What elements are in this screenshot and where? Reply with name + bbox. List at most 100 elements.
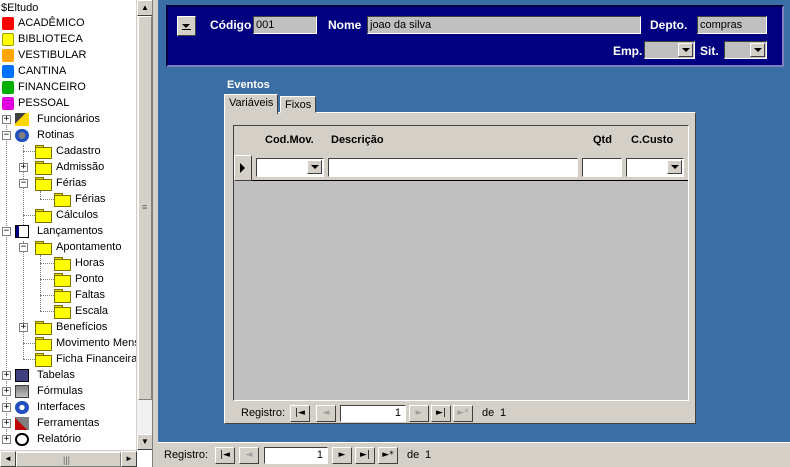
tree-item-movimento-mensal[interactable]: Movimento Mens — [0, 335, 136, 351]
calculator-icon — [15, 385, 29, 398]
scroll-up-arrow-icon[interactable]: ▲ — [137, 0, 152, 16]
expand-icon[interactable]: + — [2, 387, 11, 396]
collapse-icon[interactable]: − — [2, 131, 11, 140]
next-record-icon[interactable]: ► — [409, 405, 429, 422]
tree-item-tabelas[interactable]: + Tabelas — [0, 367, 136, 383]
current-record-field[interactable]: 1 — [340, 405, 406, 422]
tree-item-relatorio[interactable]: + Relatório — [0, 431, 136, 447]
tree-item-calculos[interactable]: Cálculos — [0, 207, 136, 223]
tab-fixos[interactable]: Fixos — [280, 96, 317, 113]
tree-item-label: CANTINA — [18, 65, 67, 77]
tree-horizontal-scroll-thumb[interactable]: ||| — [16, 452, 121, 467]
tree-item-faltas[interactable]: Faltas — [0, 287, 136, 303]
new-record-icon[interactable]: ►* — [453, 405, 473, 422]
tree-horizontal-scrollbar[interactable]: ◄ ||| ► — [0, 450, 137, 467]
tree-item-label: Escala — [75, 305, 109, 317]
open-folder-icon — [54, 257, 71, 271]
expand-icon[interactable]: + — [2, 115, 11, 124]
expand-icon[interactable]: + — [2, 419, 11, 428]
scroll-left-arrow-icon[interactable]: ◄ — [0, 451, 16, 467]
expand-icon[interactable]: + — [2, 435, 11, 444]
scroll-right-arrow-icon[interactable]: ► — [121, 451, 137, 467]
sit-dropdown[interactable] — [724, 41, 767, 59]
qtd-input[interactable] — [582, 158, 622, 177]
tree-item-label: Ponto — [75, 273, 104, 285]
chevron-down-icon[interactable] — [307, 160, 322, 174]
last-record-icon[interactable]: ►| — [431, 405, 451, 422]
tree-item-interfaces[interactable]: + Interfaces — [0, 399, 136, 415]
table-row[interactable] — [234, 155, 688, 181]
tree-item-admissao[interactable]: + Admissão — [0, 159, 136, 175]
tree-item-cadastro[interactable]: Cadastro — [0, 143, 136, 159]
previous-record-icon[interactable]: ◄ — [239, 447, 259, 464]
module-book-icon — [2, 81, 14, 94]
eventos-title: Eventos — [227, 79, 270, 91]
chevron-down-icon[interactable] — [678, 43, 693, 57]
current-record-field[interactable]: 1 — [264, 447, 328, 464]
expand-icon[interactable]: + — [19, 323, 28, 332]
tree-item-ferramentas[interactable]: + Ferramentas — [0, 415, 136, 431]
tree-vertical-scroll-thumb[interactable]: ≡ — [138, 16, 152, 400]
navigation-tree[interactable]: $Eltudo ACADÊMICO BIBLIOTECA VESTIBULAR … — [0, 0, 153, 467]
tree-item-apontamento[interactable]: − Apontamento — [0, 239, 136, 255]
interfaces-icon — [15, 401, 29, 414]
tree-item-funcionarios[interactable]: + Funcionários — [0, 111, 136, 127]
chevron-down-icon[interactable] — [667, 160, 682, 174]
folder-icon — [54, 193, 71, 207]
tree-item-ferias-sub[interactable]: Férias — [0, 191, 136, 207]
next-record-icon[interactable]: ► — [332, 447, 352, 464]
folder-icon — [54, 273, 71, 287]
folder-icon — [35, 209, 52, 223]
scroll-down-arrow-icon[interactable]: ▼ — [137, 434, 152, 450]
previous-record-icon[interactable]: ◄ — [316, 405, 336, 422]
expand-icon[interactable]: + — [2, 403, 11, 412]
employee-header-panel: Código 001 Nome joao da silva Depto. com… — [166, 5, 784, 67]
nome-field[interactable]: joao da silva — [367, 16, 641, 34]
chevron-down-icon[interactable] — [750, 43, 765, 57]
tree-item-horas[interactable]: Horas — [0, 255, 136, 271]
folder-icon — [35, 241, 52, 255]
last-record-icon[interactable]: ►| — [355, 447, 375, 464]
tree-item-beneficios[interactable]: + Benefícios — [0, 319, 136, 335]
cod-mov-dropdown[interactable] — [256, 158, 324, 177]
new-record-icon[interactable]: ►* — [378, 447, 398, 464]
tools-icon — [15, 417, 29, 430]
form-body: Código 001 Nome joao da silva Depto. com… — [158, 0, 790, 442]
column-header-cod-mov: Cod.Mov. — [265, 134, 314, 146]
record-of-label: de — [407, 449, 420, 461]
tree-item-label: Cálculos — [56, 209, 99, 221]
collapse-icon[interactable]: − — [19, 179, 28, 188]
expand-icon[interactable]: + — [19, 163, 28, 172]
codigo-field[interactable]: 001 — [253, 16, 317, 34]
report-icon — [15, 433, 29, 446]
tree-item-rotinas[interactable]: − Rotinas — [0, 127, 136, 143]
employee-icon — [15, 113, 29, 126]
depto-field[interactable]: compras — [697, 16, 767, 34]
tree-vertical-scrollbar[interactable]: ▲ ≡ ▼ — [136, 0, 152, 450]
tree-item-escala[interactable]: Escala — [0, 303, 136, 319]
tree-item-label: ACADÊMICO — [18, 17, 85, 29]
tree-item-label: VESTIBULAR — [18, 49, 87, 61]
tree-item-ficha-financeira[interactable]: Ficha Financeira — [0, 351, 136, 367]
tree-item-ferias[interactable]: − Férias — [0, 175, 136, 191]
collapse-icon[interactable]: − — [2, 227, 11, 236]
tab-variaveis[interactable]: Variáveis — [224, 94, 279, 114]
main-record-navigator: Registro: |◄ ◄ 1 ► ►| ►* de 1 — [158, 442, 790, 467]
ledger-icon — [15, 225, 29, 238]
folder-icon — [35, 321, 52, 335]
tree-item-formulas[interactable]: + Fórmulas — [0, 383, 136, 399]
first-record-icon[interactable]: |◄ — [290, 405, 310, 422]
c-custo-dropdown[interactable] — [626, 158, 684, 177]
tree-item-lancamentos[interactable]: − Lançamentos — [0, 223, 136, 239]
tree-item-label: Movimento Mens — [56, 337, 136, 349]
record-selector-arrow-icon[interactable] — [234, 155, 252, 181]
tree-item-ponto[interactable]: Ponto — [0, 271, 136, 287]
record-select-dropdown[interactable] — [177, 16, 196, 36]
collapse-icon[interactable]: − — [19, 243, 28, 252]
descricao-input[interactable] — [328, 158, 578, 177]
first-record-icon[interactable]: |◄ — [215, 447, 235, 464]
emp-dropdown[interactable] — [644, 41, 695, 59]
module-book-icon — [2, 17, 14, 30]
expand-icon[interactable]: + — [2, 371, 11, 380]
module-book-icon — [2, 33, 14, 46]
